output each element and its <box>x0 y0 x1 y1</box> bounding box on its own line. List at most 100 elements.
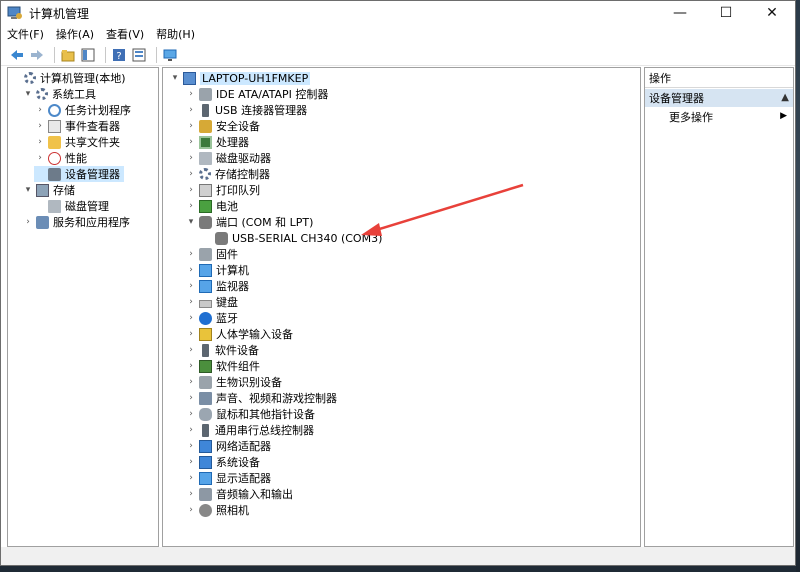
nav-tree-item[interactable]: 设备管理器 <box>34 166 124 182</box>
nav-tree-item[interactable]: › 性能 <box>34 150 87 166</box>
device-tree-item[interactable]: › 照相机 <box>185 502 249 518</box>
expand-chevron-icon[interactable]: › <box>185 182 197 198</box>
expand-chevron-icon[interactable]: › <box>185 278 197 294</box>
device-tree-pane[interactable]: ▾ LAPTOP-UH1FMKEP › IDE ATA/ATAPI 控制器 › USB 连… <box>162 67 641 547</box>
expand-chevron-icon[interactable]: ▾ <box>22 182 34 198</box>
minimize-button[interactable]: — <box>657 1 703 25</box>
device-tree-item[interactable]: › 处理器 <box>185 134 249 150</box>
device-tree-item[interactable]: › 软件组件 <box>185 358 260 374</box>
device-tree-item[interactable]: › 显示适配器 <box>185 470 271 486</box>
tree-item-label: 蓝牙 <box>216 312 238 325</box>
back-arrow-icon[interactable] <box>9 47 25 63</box>
nav-tree-item[interactable]: ▾ 存储 <box>22 182 75 198</box>
expand-chevron-icon[interactable]: › <box>185 422 197 438</box>
device-tree-item[interactable]: › 电池 <box>185 198 238 214</box>
expand-chevron-icon[interactable]: › <box>34 118 46 134</box>
device-tree-item[interactable]: › USB 连接器管理器 <box>185 102 307 118</box>
device-tree-item[interactable]: › 计算机 <box>185 262 249 278</box>
expand-chevron-icon[interactable]: › <box>185 86 197 102</box>
device-tree-item[interactable]: › 软件设备 <box>185 342 259 358</box>
more-actions-item[interactable]: 更多操作 ▶ <box>645 108 793 126</box>
device-tree-item[interactable]: › 网络适配器 <box>185 438 271 454</box>
expand-chevron-icon[interactable]: › <box>185 374 197 390</box>
expand-chevron-icon[interactable]: › <box>34 102 46 118</box>
expand-chevron-icon[interactable]: ▾ <box>185 214 197 230</box>
menu-help[interactable]: 帮助(H) <box>156 26 195 42</box>
device-tree-item[interactable]: › 音频输入和输出 <box>185 486 293 502</box>
computer-management-window: 计算机管理 — ☐ ✕ 文件(F) 操作(A) 查看(V) 帮助(H) ? 计算… <box>0 0 796 566</box>
nav-tree-item[interactable]: 计算机管理(本地) <box>10 70 126 86</box>
device-tree-item[interactable]: › 人体学输入设备 <box>185 326 293 342</box>
device-tree-item[interactable]: ▾ 端口 (COM 和 LPT) <box>185 214 313 230</box>
device-tree-item[interactable]: › 存储控制器 <box>185 166 270 182</box>
expand-chevron-icon[interactable]: › <box>185 454 197 470</box>
device-tree-item[interactable]: › 监视器 <box>185 278 249 294</box>
expand-chevron-icon[interactable]: › <box>22 214 34 230</box>
expand-chevron-icon[interactable]: › <box>185 326 197 342</box>
device-tree-item[interactable]: › 磁盘驱动器 <box>185 150 271 166</box>
action-group-device-manager[interactable]: 设备管理器 ▲ <box>645 89 793 107</box>
device-tree-item[interactable]: › 键盘 <box>185 294 238 310</box>
expand-chevron-icon[interactable]: › <box>185 310 197 326</box>
forward-arrow-icon[interactable] <box>29 47 45 63</box>
expand-chevron-icon[interactable]: › <box>185 118 197 134</box>
device-tree-item[interactable]: › 系统设备 <box>185 454 260 470</box>
device-tree-item[interactable]: ▾ LAPTOP-UH1FMKEP <box>169 70 311 86</box>
device-tree-item[interactable]: USB-SERIAL CH340 (COM3) <box>201 230 382 246</box>
device-tree-item[interactable]: › 声音、视频和游戏控制器 <box>185 390 337 406</box>
nav-tree-item[interactable]: › 任务计划程序 <box>34 102 131 118</box>
nav-tree-item[interactable]: ▾ 系统工具 <box>22 86 96 102</box>
expand-chevron-icon[interactable]: › <box>185 262 197 278</box>
expand-chevron-icon[interactable]: › <box>185 150 197 166</box>
show-hide-tree-icon[interactable] <box>80 47 96 63</box>
expand-chevron-icon[interactable]: › <box>185 246 197 262</box>
nav-tree-item[interactable]: › 服务和应用程序 <box>22 214 130 230</box>
device-tree-item[interactable]: › 蓝牙 <box>185 310 238 326</box>
device-tree-item[interactable]: › IDE ATA/ATAPI 控制器 <box>185 86 328 102</box>
nav-tree-item[interactable]: › 事件查看器 <box>34 118 120 134</box>
expand-chevron-icon[interactable]: › <box>185 102 197 118</box>
close-button[interactable]: ✕ <box>749 1 795 25</box>
tree-item-label: 存储控制器 <box>215 168 270 181</box>
expand-chevron-icon[interactable]: › <box>185 438 197 454</box>
nav-tree-item[interactable]: › 共享文件夹 <box>34 134 120 150</box>
menu-view[interactable]: 查看(V) <box>106 26 144 42</box>
help-icon[interactable]: ? <box>111 47 127 63</box>
monitor-icon[interactable] <box>162 47 178 63</box>
navigation-tree-pane[interactable]: 计算机管理(本地) ▾ 系统工具 › 任务计划程序 › 事件查看器 › 共享文件夹 › 性能 设备管理… <box>7 67 159 547</box>
properties-icon[interactable] <box>131 47 147 63</box>
tree-item-label: IDE ATA/ATAPI 控制器 <box>216 88 329 101</box>
expand-chevron-icon[interactable]: › <box>185 406 197 422</box>
expand-chevron-icon[interactable]: › <box>185 502 197 518</box>
collapse-caret-icon[interactable]: ▲ <box>781 92 789 103</box>
tree-item-label: 软件组件 <box>216 360 260 373</box>
device-tree-item[interactable]: › 生物识别设备 <box>185 374 282 390</box>
expand-chevron-icon[interactable]: › <box>185 390 197 406</box>
action-group-label: 设备管理器 <box>649 92 704 105</box>
expand-chevron-icon[interactable]: › <box>185 342 197 358</box>
tree-item-label: 事件查看器 <box>65 120 120 133</box>
expand-chevron-icon[interactable]: › <box>185 134 197 150</box>
menu-file[interactable]: 文件(F) <box>7 26 44 42</box>
device-category-icon <box>36 183 49 197</box>
device-tree-item[interactable]: › 通用串行总线控制器 <box>185 422 314 438</box>
expand-chevron-icon[interactable]: ▾ <box>169 70 181 86</box>
expand-chevron-icon[interactable]: › <box>34 150 46 166</box>
device-tree-item[interactable]: › 安全设备 <box>185 118 260 134</box>
expand-chevron-icon[interactable]: › <box>185 198 197 214</box>
expand-chevron-icon[interactable]: › <box>185 470 197 486</box>
menu-action[interactable]: 操作(A) <box>56 26 94 42</box>
device-tree-item[interactable]: › 打印队列 <box>185 182 260 198</box>
expand-chevron-icon[interactable]: ▾ <box>22 86 34 102</box>
device-tree-item[interactable]: › 鼠标和其他指针设备 <box>185 406 315 422</box>
expand-chevron-icon[interactable]: › <box>185 294 197 310</box>
expand-chevron-icon[interactable]: › <box>185 166 197 182</box>
expand-chevron-icon[interactable]: › <box>185 486 197 502</box>
nav-tree-item[interactable]: 磁盘管理 <box>34 198 109 214</box>
device-tree-item[interactable]: › 固件 <box>185 246 238 262</box>
up-folder-icon[interactable] <box>60 47 76 63</box>
expand-chevron-icon[interactable]: › <box>34 134 46 150</box>
tree-item-label: 共享文件夹 <box>65 136 120 149</box>
expand-chevron-icon[interactable]: › <box>185 358 197 374</box>
maximize-button[interactable]: ☐ <box>703 1 749 25</box>
